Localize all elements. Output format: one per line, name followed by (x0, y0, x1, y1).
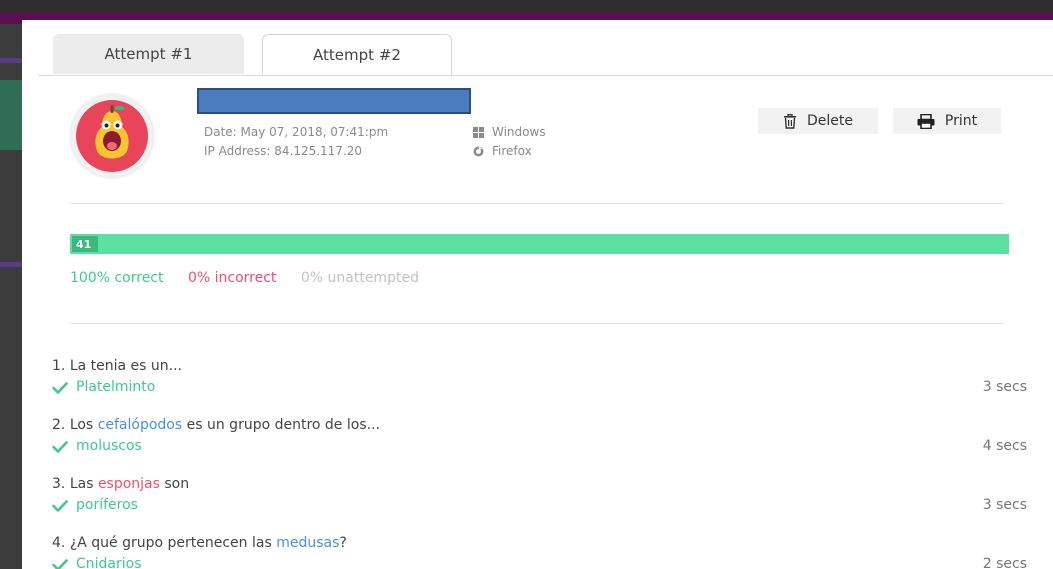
user-name-redacted (197, 88, 471, 114)
print-button-label: Print (944, 113, 978, 129)
attempt-ip-address: IP Address: 84.125.117.20 (204, 144, 363, 158)
attempt-browser: Firefox (473, 144, 532, 158)
question-text-after: ? (339, 535, 347, 551)
question-number: 3. (52, 476, 66, 492)
question-keyword: esponjas (97, 476, 160, 492)
question-text-before: ¿A qué grupo pertenecen las (69, 535, 277, 551)
answer-time: 3 secs (982, 497, 1027, 513)
question-item: 3. Las esponjas son poríferos 3 secs (52, 476, 1032, 535)
question-text-after: son (159, 476, 190, 492)
question-list: 1. La tenia es un... Platelminto 3 secs … (52, 358, 1032, 569)
tab-attempt-1[interactable]: Attempt #1 (53, 34, 244, 74)
delete-button-label: Delete (807, 113, 853, 129)
question-text-before: Los (69, 417, 98, 433)
firefox-icon (473, 146, 484, 156)
score-progress-bar: 41 (70, 234, 1009, 254)
answer-time: 4 secs (982, 438, 1027, 454)
attempt-os: Windows (473, 125, 546, 139)
answer-text: Platelminto (76, 379, 156, 395)
question-item: 1. La tenia es un... Platelminto 3 secs (52, 358, 1032, 417)
stat-unattempted: 0% unattempted (300, 270, 419, 286)
print-button[interactable]: Print (893, 108, 1001, 134)
attempt-tabs: Attempt #1 Attempt #2 (38, 34, 1053, 76)
attempt-date: Date: May 07, 2018, 07:41:pm (204, 125, 389, 139)
answer-time: 3 secs (982, 379, 1027, 395)
tab-attempt-2[interactable]: Attempt #2 (262, 34, 452, 75)
correct-count-badge: 41 (72, 236, 98, 252)
divider (70, 323, 1005, 324)
background-accent (0, 80, 22, 150)
question-text: 2. Los cefalópodos es un grupo dentro de… (52, 417, 1032, 434)
avatar (69, 93, 155, 179)
browser-name: Firefox (492, 144, 532, 158)
background-page-top (0, 0, 1053, 12)
question-text: 4. ¿A qué grupo pertenecen las medusas? (52, 535, 1032, 552)
answer-text: Cnidarios (76, 556, 142, 569)
check-icon (52, 499, 68, 512)
question-number: 2. (52, 417, 66, 433)
question-number: 4. (52, 535, 66, 551)
delete-button[interactable]: Delete (758, 108, 878, 134)
windows-icon (473, 126, 484, 138)
stat-incorrect: 0% incorrect (187, 270, 277, 286)
trash-icon (784, 113, 796, 129)
printer-icon (917, 113, 935, 129)
stat-correct: 100% correct (70, 270, 164, 286)
check-icon (52, 558, 68, 569)
answer-row: Platelminto (52, 379, 1032, 396)
question-text-after: es un grupo dentro de los... (182, 417, 380, 433)
question-keyword: cefalópodos (97, 417, 183, 433)
question-text: 1. La tenia es un... (52, 358, 1032, 375)
check-icon (52, 440, 68, 453)
question-text-before: La tenia es un... (69, 358, 182, 374)
background-accent (0, 262, 22, 267)
divider (70, 203, 1005, 204)
os-name: Windows (492, 125, 546, 139)
progress-fill-correct (70, 234, 1009, 254)
avatar-pear-icon (76, 100, 148, 172)
question-item: 4. ¿A qué grupo pertenecen las medusas? … (52, 535, 1032, 569)
answer-time: 2 secs (982, 556, 1027, 569)
answer-text: poríferos (76, 497, 138, 513)
check-icon (52, 381, 68, 394)
background-accent (0, 58, 22, 63)
answer-row: poríferos (52, 497, 1032, 514)
question-keyword: medusas (276, 535, 340, 551)
answer-text: moluscos (76, 438, 142, 454)
question-text: 3. Las esponjas son (52, 476, 1032, 493)
answer-row: Cnidarios (52, 556, 1032, 569)
question-number: 1. (52, 358, 66, 374)
question-text-before: Las (69, 476, 98, 492)
answer-row: moluscos (52, 438, 1032, 455)
score-summary: 100% correct 0% incorrect 0% unattempted (70, 270, 439, 286)
attempt-details-modal: Attempt #1 Attempt #2 Date: May 07, 2018… (22, 20, 1053, 569)
question-item: 2. Los cefalópodos es un grupo dentro de… (52, 417, 1032, 476)
